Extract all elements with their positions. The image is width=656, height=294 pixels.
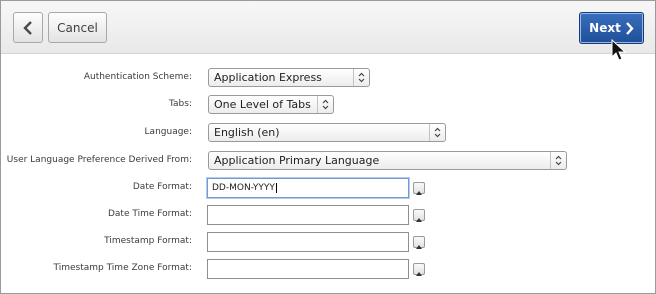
date-format-value: DD-MON-YYYY: [212, 183, 275, 193]
date-time-format-label: Date Time Format:: [107, 209, 192, 219]
date-format-input[interactable]: DD-MON-YYYY​: [207, 178, 409, 198]
timestamp-format-label: Timestamp Format:: [104, 236, 192, 246]
select-arrows-icon: [429, 124, 445, 141]
timestamp-tz-format-input[interactable]: [207, 259, 409, 279]
caret-up-icon: [416, 245, 422, 249]
mouse-cursor-icon: [611, 39, 627, 61]
select-arrows-icon: [550, 152, 566, 169]
timestamp-tz-format-picker-button[interactable]: [413, 263, 425, 276]
caret-up-icon: [416, 272, 422, 276]
cancel-button[interactable]: Cancel: [48, 12, 107, 43]
tabs-select[interactable]: One Level of Tabs: [208, 95, 334, 114]
wizard-window: Cancel Next Authentication Scheme: Appli…: [0, 0, 656, 294]
date-format-label: Date Format:: [132, 182, 192, 192]
caret-up-icon: [416, 218, 422, 222]
user-language-preference-select[interactable]: Application Primary Language: [208, 151, 567, 170]
date-time-format-picker-button[interactable]: [413, 209, 425, 222]
wizard-toolbar: Cancel Next: [1, 1, 655, 54]
caret-up-icon: [416, 191, 422, 195]
language-label: Language:: [144, 127, 192, 137]
user-language-preference-label: User Language Preference Derived From:: [6, 155, 192, 165]
chevron-left-icon: [23, 20, 32, 35]
language-value: English (en): [214, 126, 280, 139]
chevron-right-icon: [625, 21, 634, 35]
date-time-format-input[interactable]: [207, 205, 409, 225]
back-button[interactable]: [13, 12, 43, 43]
date-format-picker-button[interactable]: [413, 182, 425, 195]
language-select[interactable]: English (en): [208, 123, 446, 142]
authentication-scheme-select[interactable]: Application Express: [208, 68, 370, 87]
text-caret: ​: [275, 183, 277, 193]
timestamp-format-input[interactable]: [207, 232, 409, 252]
authentication-scheme-label: Authentication Scheme:: [83, 72, 192, 82]
authentication-scheme-value: Application Express: [214, 71, 322, 84]
tabs-label: Tabs:: [169, 99, 192, 109]
select-arrows-icon: [353, 69, 369, 86]
select-arrows-icon: [317, 96, 333, 113]
timestamp-tz-format-label: Timestamp Time Zone Format:: [53, 263, 192, 273]
tabs-value: One Level of Tabs: [214, 98, 311, 111]
user-language-preference-value: Application Primary Language: [214, 154, 380, 167]
cancel-button-label: Cancel: [57, 20, 98, 35]
timestamp-format-picker-button[interactable]: [413, 236, 425, 249]
next-button-label: Next: [589, 21, 621, 35]
